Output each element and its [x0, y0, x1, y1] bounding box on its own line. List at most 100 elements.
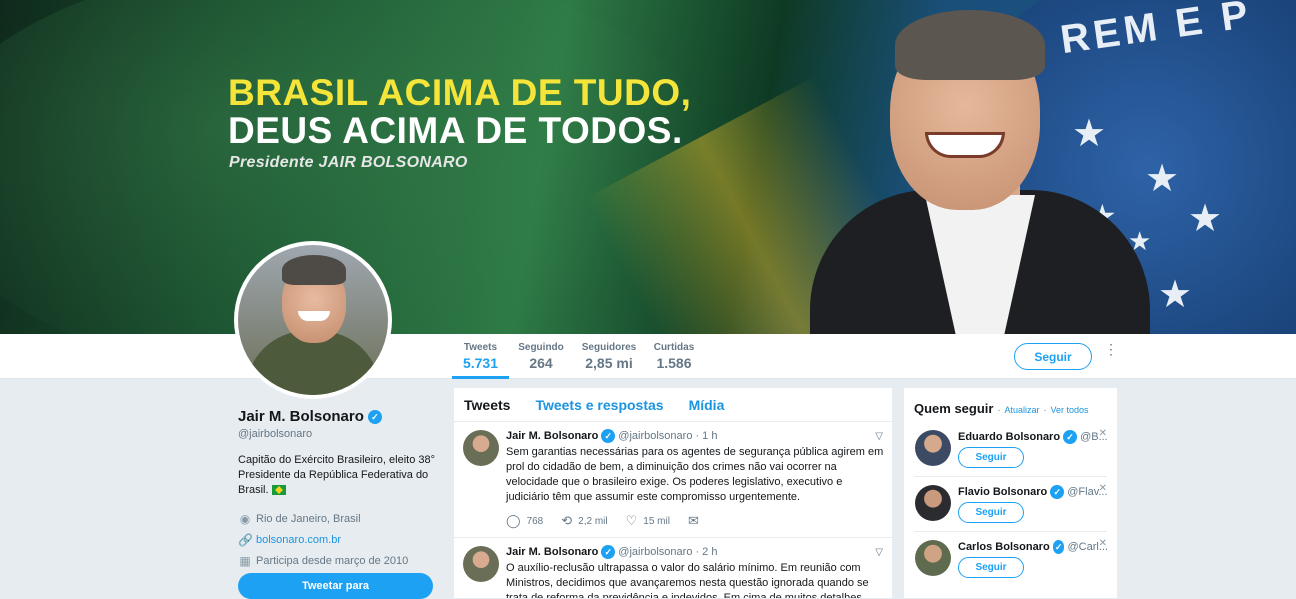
banner-slogan-line2: DEUS ACIMA DE TODOS.	[228, 110, 683, 151]
suggested-user-name-row: Flavio Bolsonaro ✓ @Flav...	[958, 485, 1108, 499]
stat-label: Tweets	[463, 342, 498, 353]
retweet-icon: ⟲	[561, 513, 573, 528]
follow-suggested-button[interactable]: Seguir	[958, 447, 1024, 468]
stat-label: Curtidas	[653, 342, 695, 353]
stat-tweets[interactable]: Tweets 5.731	[452, 342, 509, 379]
reply-icon: ◯	[506, 513, 521, 528]
calendar-icon: ▦	[239, 554, 251, 568]
stat-value: 5.731	[462, 355, 499, 371]
separator: ·	[1043, 405, 1047, 415]
profile-name[interactable]: Jair M. Bolsonaro	[238, 408, 364, 425]
profile-website-link[interactable]: bolsonaro.com.br	[256, 534, 341, 546]
star-icon: ★	[1158, 274, 1193, 316]
tweet-timestamp[interactable]: · 2 h	[695, 546, 717, 558]
chevron-down-icon[interactable]: ▽	[875, 431, 883, 442]
profile-handle[interactable]: @jairbolsonaro	[238, 428, 438, 440]
suggested-user[interactable]: Carlos Bolsonaro ✓ @Carl... ✕ Seguir	[914, 532, 1108, 587]
follow-button[interactable]: Seguir	[1014, 343, 1092, 370]
profile-name-row: Jair M. Bolsonaro ✓	[238, 408, 438, 425]
verified-badge-icon: ✓	[601, 545, 616, 559]
tweet-author-name[interactable]: Jair M. Bolsonaro	[506, 430, 598, 442]
timeline-tabs: Tweets Tweets e respostas Mídia	[454, 388, 892, 422]
profile-website: 🔗 bolsonaro.com.br	[238, 533, 438, 547]
suggested-user-avatar[interactable]	[915, 485, 951, 521]
banner-portrait	[800, 10, 1160, 334]
profile-card: Jair M. Bolsonaro ✓ @jairbolsonaro Capit…	[238, 408, 438, 568]
suggested-user-name[interactable]: Eduardo Bolsonaro	[958, 431, 1060, 443]
tweet-text: Sem garantias necessárias para os agente…	[506, 446, 884, 503]
suggested-user[interactable]: Flavio Bolsonaro ✓ @Flav... ✕ Seguir	[914, 477, 1108, 532]
retweet-count: 2,2 mil	[578, 515, 608, 527]
refresh-link[interactable]: Atualizar	[1004, 405, 1039, 415]
link-icon: 🔗	[238, 533, 253, 547]
verified-badge-icon: ✓	[601, 429, 616, 443]
tweet-timestamp[interactable]: · 1 h	[695, 430, 717, 442]
location-pin-icon: ◉	[239, 512, 251, 526]
dismiss-icon[interactable]: ✕	[1099, 483, 1107, 494]
direct-message-action[interactable]: ✉	[688, 513, 699, 529]
view-all-link[interactable]: Ver todos	[1050, 405, 1088, 415]
verified-badge-icon: ✓	[1063, 430, 1078, 444]
suggested-user-name-row: Carlos Bolsonaro ✓ @Carl...	[958, 540, 1108, 554]
like-action[interactable]: ♡ 15 mil	[626, 513, 670, 529]
tweet-avatar[interactable]	[463, 430, 499, 466]
reply-action[interactable]: ◯ 768	[506, 513, 543, 529]
suggested-user-name[interactable]: Flavio Bolsonaro	[958, 486, 1047, 498]
heart-icon: ♡	[625, 513, 638, 528]
separator: ·	[997, 405, 1001, 415]
verified-badge-icon: ✓	[1052, 540, 1065, 554]
verified-badge-icon: ✓	[1050, 485, 1065, 499]
suggested-user-name[interactable]: Carlos Bolsonaro	[958, 541, 1050, 553]
timeline: Tweets Tweets e respostas Mídia Jair M. …	[453, 387, 893, 599]
who-to-follow: Quem seguir · Atualizar · Ver todos Edua…	[903, 387, 1118, 599]
tweet-author-handle[interactable]: @jairbolsonaro	[618, 430, 692, 442]
profile-bio: Capitão do Exército Brasileiro, eleito 3…	[238, 453, 438, 498]
tweet-header: Jair M. Bolsonaro ✓ @jairbolsonaro · 2 h	[506, 545, 882, 559]
who-to-follow-header: Quem seguir · Atualizar · Ver todos	[904, 388, 1117, 416]
stat-following[interactable]: Seguindo 264	[516, 342, 566, 371]
suggested-user[interactable]: Eduardo Bolsonaro ✓ @B... ✕ Seguir	[914, 422, 1108, 477]
suggested-user-avatar[interactable]	[915, 540, 951, 576]
stat-label: Seguidores	[581, 342, 637, 353]
tab-tweets[interactable]: Tweets	[464, 397, 510, 413]
profile-banner[interactable]: REM E P ★ ★ ★ ★ ★ ★ BRASIL ACIMA DE TUDO…	[0, 0, 1296, 334]
suggested-user-avatar[interactable]	[915, 430, 951, 466]
profile-joined-text: Participa desde março de 2010	[256, 555, 409, 567]
tweet-author-name[interactable]: Jair M. Bolsonaro	[506, 546, 598, 558]
more-options-icon[interactable]: ⋮	[1104, 342, 1118, 366]
dismiss-icon[interactable]: ✕	[1099, 538, 1107, 549]
brazil-flag-icon	[271, 485, 286, 496]
banner-slogan-line1: BRASIL ACIMA DE TUDO,	[228, 72, 692, 113]
tweet-header: Jair M. Bolsonaro ✓ @jairbolsonaro · 1 h	[506, 429, 882, 443]
follow-suggested-button[interactable]: Seguir	[958, 502, 1024, 523]
stat-likes[interactable]: Curtidas 1.586	[650, 342, 698, 371]
who-to-follow-title: Quem seguir	[914, 401, 994, 416]
tweet-actions: ◯ 768 ⟲ 2,2 mil ♡ 15 mil ✉	[506, 505, 882, 537]
profile-nav: Tweets 5.731 Seguindo 264 Seguidores 2,8…	[0, 334, 1296, 379]
banner-signature: Presidente JAIR BOLSONARO	[229, 154, 468, 171]
tweet-avatar[interactable]	[463, 546, 499, 582]
stat-label: Seguindo	[518, 342, 564, 353]
tweet-to-button[interactable]: Tweetar para	[238, 573, 433, 599]
follow-suggested-button[interactable]: Seguir	[958, 557, 1024, 578]
dismiss-icon[interactable]: ✕	[1099, 428, 1107, 439]
stat-value: 1.586	[656, 355, 692, 371]
tweet-author-handle[interactable]: @jairbolsonaro	[618, 546, 692, 558]
chevron-down-icon[interactable]: ▽	[875, 547, 883, 558]
tab-tweets-and-replies[interactable]: Tweets e respostas	[535, 397, 663, 413]
tweet-text: O auxílio-reclusão ultrapassa o valor do…	[506, 562, 869, 599]
retweet-action[interactable]: ⟲ 2,2 mil	[561, 513, 607, 529]
envelope-icon: ✉	[687, 513, 699, 528]
profile-location-text: Rio de Janeiro, Brasil	[256, 513, 361, 525]
stat-value: 264	[529, 355, 553, 371]
like-count: 15 mil	[643, 515, 670, 527]
star-icon: ★	[1188, 198, 1223, 240]
profile-location: ◉ Rio de Janeiro, Brasil	[238, 512, 438, 526]
profile-bio-text: Capitão do Exército Brasileiro, eleito 3…	[238, 454, 436, 496]
profile-avatar[interactable]	[234, 241, 392, 399]
stat-followers[interactable]: Seguidores 2,85 mi	[579, 342, 639, 371]
profile-joined: ▦ Participa desde março de 2010	[238, 554, 438, 568]
tweet-item[interactable]: Jair M. Bolsonaro ✓ @jairbolsonaro · 2 h…	[454, 538, 892, 599]
tweet-item[interactable]: Jair M. Bolsonaro ✓ @jairbolsonaro · 1 h…	[454, 422, 892, 538]
tab-media[interactable]: Mídia	[689, 397, 725, 413]
